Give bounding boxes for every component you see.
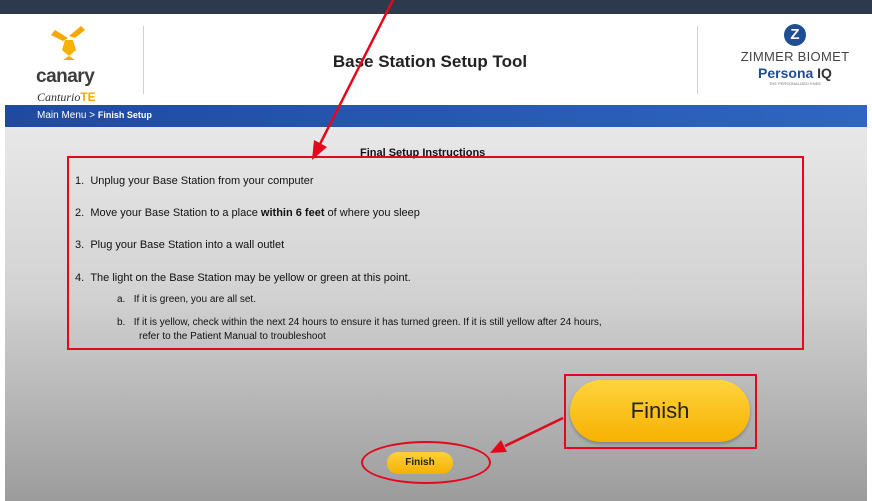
window-top-bar [0, 0, 872, 14]
persona-tagline: THE PERSONALIZED KNEE [768, 81, 821, 86]
canturio-text: Canturio [37, 90, 81, 104]
persona-text: Persona [758, 65, 814, 81]
zimmer-z-icon: Z [784, 24, 806, 46]
zimmer-biomet-wordmark: ZIMMER BIOMET [740, 49, 850, 64]
breadcrumb-text: Main Menu > Finish Setup [37, 110, 152, 121]
breadcrumb-current: Finish Setup [97, 110, 152, 120]
canary-logo: canary CanturioTE [25, 22, 135, 105]
instructions-highlight-box [67, 156, 804, 350]
persona-iq-wordmark: Persona IQ [725, 65, 865, 81]
canary-wordmark: canary [36, 66, 95, 87]
iq-text: IQ [817, 65, 832, 81]
finish-button[interactable]: Finish [387, 452, 453, 474]
header-divider-left [143, 26, 144, 94]
breadcrumb-separator: > [89, 110, 96, 121]
breadcrumb: Main Menu > Finish Setup [5, 105, 867, 127]
canturio-te-text: TE [80, 90, 96, 104]
finish-button-callout: Finish [570, 380, 750, 442]
page-title: Base Station Setup Tool [332, 52, 528, 71]
zimmer-biomet-logo: Z ZIMMER BIOMET Persona IQ THE PERSONALI… [725, 24, 865, 104]
breadcrumb-main-menu-link[interactable]: Main Menu [37, 110, 86, 121]
canary-bird-icon [51, 26, 85, 60]
canturio-wordmark: CanturioTE [37, 90, 96, 105]
app-header: canary CanturioTE Base Station Setup Too… [5, 14, 867, 105]
header-divider-right [697, 26, 698, 94]
